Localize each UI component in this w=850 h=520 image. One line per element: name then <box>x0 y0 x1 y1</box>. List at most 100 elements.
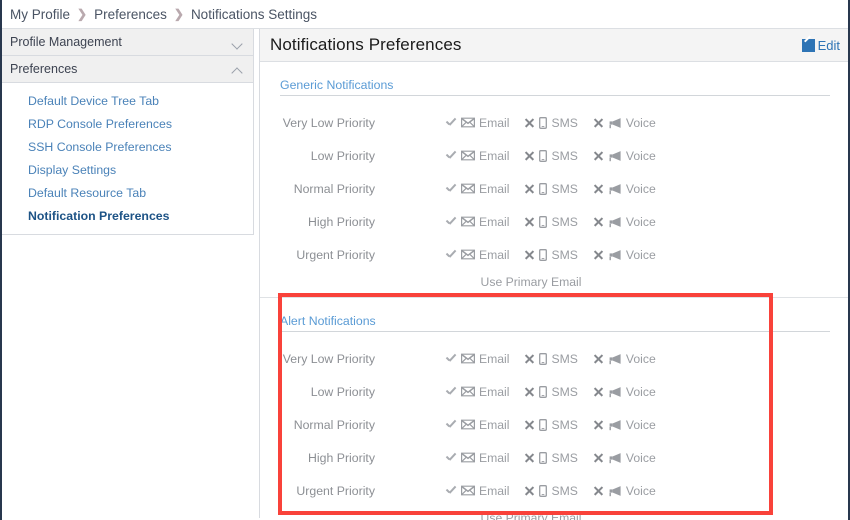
channel-label: Voice <box>625 214 656 229</box>
megaphone-icon <box>608 419 622 431</box>
mobile-icon <box>539 418 548 431</box>
channel-toggle-sms[interactable]: SMS <box>523 149 578 163</box>
channel-toggle-sms[interactable]: SMS <box>523 451 578 465</box>
sidebar: Profile Management Preferences Default Dev… <box>2 29 254 235</box>
channel-toggle-sms[interactable]: SMS <box>523 385 578 399</box>
cross-icon <box>523 249 535 261</box>
cross-icon <box>592 353 604 365</box>
channel-label: Email <box>479 351 510 366</box>
sidebar-panel: Profile Management Preferences Default Dev… <box>2 29 254 235</box>
sidebar-sub-list: Default Device Tree Tab RDP Console Prefe… <box>2 83 253 234</box>
check-icon <box>445 419 457 431</box>
envelope-icon <box>461 249 475 260</box>
channel-toggle-sms[interactable]: SMS <box>523 418 578 432</box>
chevron-up-icon[interactable] <box>232 66 243 73</box>
section-title-row: Generic Notifications <box>280 62 830 95</box>
breadcrumb-item-0[interactable]: My Profile <box>10 7 70 22</box>
channel-label: Voice <box>625 115 656 130</box>
channel-toggle-email[interactable]: Email <box>445 418 509 432</box>
cross-icon <box>523 353 535 365</box>
channel-toggle-sms[interactable]: SMS <box>523 115 578 130</box>
channel-toggle-email[interactable]: Email <box>445 451 509 465</box>
sections-container: Generic Notifications Very Low Priority Em… <box>260 62 848 520</box>
sidebar-item-ssh-console-preferences[interactable]: SSH Console Preferences <box>2 135 253 158</box>
priority-label: Normal Priority <box>293 417 375 432</box>
channel-toggle-voice[interactable]: Voice <box>592 484 656 498</box>
channel-toggle-voice[interactable]: Voice <box>592 418 656 432</box>
channel-toggle-email[interactable]: Email <box>445 484 509 498</box>
channel-group: Email SMS Voice <box>445 149 656 163</box>
channel-toggle-voice[interactable]: Voice <box>592 451 656 465</box>
channel-label: Voice <box>625 148 656 163</box>
cross-icon <box>592 485 604 497</box>
cross-icon <box>523 183 535 195</box>
channel-toggle-sms[interactable]: SMS <box>523 247 578 262</box>
priority-label: High Priority <box>308 450 375 465</box>
channel-toggle-email[interactable]: Email <box>445 149 509 163</box>
channel-toggle-email[interactable]: Email <box>445 182 509 196</box>
main-panel: Notifications Preferences Edit Generic N… <box>259 29 848 520</box>
envelope-icon <box>461 485 475 496</box>
channel-toggle-voice[interactable]: Voice <box>592 182 656 196</box>
channel-toggle-voice[interactable]: Voice <box>592 116 656 130</box>
main-header: Notifications Preferences Edit <box>260 29 848 62</box>
channel-label: SMS <box>551 214 578 229</box>
cross-icon <box>592 216 604 228</box>
sidebar-group-preferences[interactable]: Preferences <box>2 56 253 83</box>
preference-row: Normal Priority Email SMS Voice <box>280 172 830 205</box>
channel-group: Email SMS Voice <box>445 484 656 498</box>
channel-toggle-voice[interactable]: Voice <box>592 352 656 366</box>
channel-label: SMS <box>551 247 578 262</box>
preference-row: Low Priority Email SMS Voice <box>280 375 830 408</box>
channel-label: SMS <box>551 181 578 196</box>
channel-toggle-voice[interactable]: Voice <box>592 248 656 262</box>
channel-toggle-voice[interactable]: Voice <box>592 149 656 163</box>
cross-icon <box>592 150 604 162</box>
sidebar-item-rdp-console-preferences[interactable]: RDP Console Preferences <box>2 112 253 135</box>
channel-label: Email <box>479 483 510 498</box>
cross-icon <box>523 386 535 398</box>
channel-toggle-sms[interactable]: SMS <box>523 214 578 229</box>
channel-toggle-voice[interactable]: Voice <box>592 215 656 229</box>
channel-label: Voice <box>625 351 656 366</box>
sidebar-group-profile-management[interactable]: Profile Management <box>2 29 253 56</box>
cross-icon <box>592 183 604 195</box>
mobile-icon <box>539 248 548 261</box>
megaphone-icon <box>608 353 622 365</box>
cross-icon <box>592 419 604 431</box>
chevron-down-icon[interactable] <box>232 39 243 46</box>
channel-toggle-email[interactable]: Email <box>445 385 509 399</box>
priority-label: Urgent Priority <box>296 483 375 498</box>
channel-label: Email <box>479 247 510 262</box>
check-icon <box>445 249 457 261</box>
pencil-icon <box>801 38 815 52</box>
channel-toggle-sms[interactable]: SMS <box>523 181 578 196</box>
sidebar-group-label: Profile Management <box>10 35 122 49</box>
sidebar-item-default-device-tree-tab[interactable]: Default Device Tree Tab <box>2 89 253 112</box>
section-title-row: Alert Notifications <box>280 298 830 331</box>
priority-label: Normal Priority <box>293 181 375 196</box>
sidebar-item-display-settings[interactable]: Display Settings <box>2 158 253 181</box>
page-body: Profile Management Preferences Default Dev… <box>2 29 848 520</box>
channel-toggle-email[interactable]: Email <box>445 116 509 130</box>
mobile-icon <box>539 352 548 365</box>
channel-toggle-voice[interactable]: Voice <box>592 385 656 399</box>
channel-label: SMS <box>551 115 578 130</box>
edit-button[interactable]: Edit <box>801 38 840 53</box>
sidebar-item-default-resource-tab[interactable]: Default Resource Tab <box>2 181 253 204</box>
mobile-icon <box>539 215 548 228</box>
breadcrumb-item-1[interactable]: Preferences <box>94 7 167 22</box>
channel-toggle-sms[interactable]: SMS <box>523 352 578 366</box>
channel-toggle-email[interactable]: Email <box>445 352 509 366</box>
channel-toggle-email[interactable]: Email <box>445 215 509 229</box>
cross-icon <box>523 150 535 162</box>
cross-icon <box>523 117 535 129</box>
check-icon <box>445 386 457 398</box>
breadcrumb-item-2: Notifications Settings <box>190 6 317 22</box>
channel-toggle-sms[interactable]: SMS <box>523 484 578 498</box>
channel-toggle-email[interactable]: Email <box>445 248 509 262</box>
priority-label: Urgent Priority <box>296 247 375 262</box>
channel-label: Voice <box>625 417 656 432</box>
channel-group: Email SMS Voice <box>445 385 656 399</box>
sidebar-item-notification-preferences[interactable]: Notification Preferences <box>2 204 253 227</box>
